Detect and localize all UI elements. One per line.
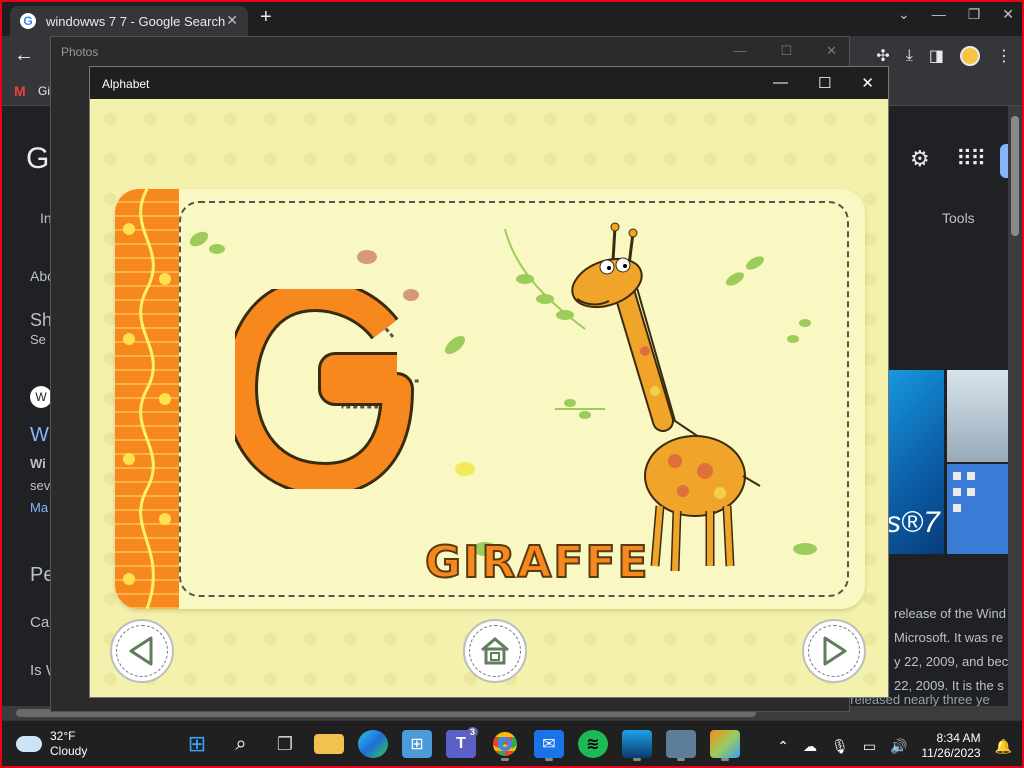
taskbar-apps: ⊞ ⌕ ❐ ⊞ T3 ✉ ≋	[182, 727, 740, 761]
browser-tab-strip: G windowws 7 7 - Google Search ✕ + ⌄ — ❐…	[2, 2, 1022, 36]
animal-word: GIRAFFE	[424, 536, 650, 589]
onedrive-icon[interactable]: ☁	[803, 738, 817, 755]
letter-g-graphic: G	[235, 289, 421, 489]
photos-icon[interactable]	[622, 730, 652, 761]
letter-card: G GIRAFFE	[115, 189, 865, 609]
weather-widget[interactable]: 32°F Cloudy	[16, 729, 87, 759]
giraffe-illustration	[571, 222, 761, 572]
media-icon[interactable]	[666, 730, 696, 761]
alphabet-window: Alphabet — ☐ ✕ G GIRAFFE	[89, 66, 889, 698]
close-tab-icon[interactable]: ✕	[226, 12, 238, 29]
close-icon[interactable]: ✕	[861, 74, 874, 92]
menu-kebab-icon[interactable]: ⋮	[996, 46, 1012, 66]
teams-icon[interactable]: T3	[446, 727, 478, 758]
microphone-icon[interactable]: 🎙	[831, 738, 849, 755]
arrow-right-icon	[823, 636, 847, 666]
laptop-image-result[interactable]	[947, 370, 1009, 462]
side-panel-icon[interactable]: ◨	[929, 46, 944, 66]
clock-time: 8:34 AM	[936, 731, 981, 745]
extensions-icon[interactable]: ✣	[876, 46, 889, 66]
google-favicon-icon: G	[20, 13, 36, 29]
toolbar-icons: ✣ ⤓ ◨ ⋮	[876, 46, 1012, 66]
volume-icon[interactable]: 🔊	[890, 738, 907, 755]
bookmark-label[interactable]: Gi	[38, 84, 50, 98]
close-icon[interactable]: ✕	[826, 43, 837, 59]
chrome-icon[interactable]	[490, 730, 520, 761]
weather-temp: 32°F	[50, 729, 76, 743]
minimize-icon[interactable]: —	[932, 6, 946, 23]
heading-stub: Sh	[30, 310, 53, 330]
arrow-left-icon	[129, 636, 153, 666]
photos-titlebar[interactable]: Photos — ☐ ✕	[51, 37, 849, 67]
windows-start-icon[interactable]: ⊞	[182, 730, 212, 758]
home-button[interactable]	[463, 619, 527, 683]
close-icon[interactable]: ✕	[1002, 6, 1014, 23]
snippet-stub: sev	[30, 478, 51, 493]
photos-title: Photos	[61, 45, 99, 59]
home-icon	[481, 637, 509, 665]
mail-icon[interactable]: ✉	[534, 730, 564, 761]
alphabet-titlebar[interactable]: Alphabet — ☐ ✕	[90, 67, 888, 99]
notification-icon[interactable]: 🔔	[995, 738, 1012, 755]
network-icon[interactable]: ▭	[863, 738, 876, 755]
browser-tab-title: windowws 7 7 - Google Search	[46, 13, 226, 29]
clock[interactable]: 8:34 AM 11/26/2023	[921, 731, 980, 761]
browser-window-controls: ⌄ — ❐ ✕	[898, 6, 1014, 23]
profile-avatar[interactable]	[960, 46, 980, 66]
minimize-icon[interactable]: —	[733, 43, 746, 59]
new-tab-button[interactable]: +	[260, 6, 272, 29]
wikipedia-favicon-icon: W	[30, 386, 52, 408]
taskbar: 32°F Cloudy ⊞ ⌕ ❐ ⊞ T3 ✉ ≋ ⌃ ☁ 🎙 ▭ 🔊 8:3…	[2, 720, 1022, 766]
result-link-stub[interactable]: W	[30, 424, 49, 447]
more-link-stub[interactable]: Ma	[30, 500, 48, 515]
next-letter-button[interactable]	[802, 619, 866, 683]
chevron-up-icon[interactable]: ⌃	[777, 738, 789, 755]
alphabet-window-controls: — ☐ ✕	[773, 74, 874, 92]
apps-grid-icon[interactable]: ⠿⠿	[956, 146, 986, 172]
gear-icon[interactable]: ⚙	[910, 146, 930, 172]
question-stub[interactable]: Ca	[30, 614, 49, 631]
weather-desc: Cloudy	[50, 744, 88, 758]
task-view-icon[interactable]: ❐	[270, 730, 300, 758]
description-line: Microsoft. It was re	[894, 630, 1004, 645]
back-arrow-icon[interactable]: ←	[14, 44, 34, 67]
windows7-logo-text: s®7	[886, 506, 940, 539]
desktop-image-result[interactable]	[947, 464, 1009, 554]
cloud-icon	[16, 736, 42, 752]
download-icon[interactable]: ⤓	[906, 47, 913, 65]
spotify-icon[interactable]: ≋	[578, 730, 608, 758]
snippet-stub: Wi	[30, 456, 46, 471]
result-description: release of the Wind Microsoft. It was re…	[894, 602, 1020, 698]
letter-g: G	[235, 289, 236, 290]
scrollbar-thumb[interactable]	[1011, 116, 1019, 236]
weather-text: 32°F Cloudy	[50, 729, 87, 759]
maximize-icon[interactable]: ☐	[818, 74, 831, 92]
clock-date: 11/26/2023	[921, 746, 981, 760]
store-icon[interactable]: ⊞	[402, 730, 432, 758]
tab-search-icon[interactable]: ⌄	[898, 6, 910, 23]
search-icon[interactable]: ⌕	[226, 730, 256, 758]
vine-decoration	[115, 189, 179, 609]
system-tray: ⌃ ☁ 🎙 ▭ 🔊 8:34 AM 11/26/2023 🔔	[777, 731, 1012, 761]
browser-tab[interactable]: G windowws 7 7 - Google Search ✕	[10, 6, 248, 36]
description-line: release of the Wind	[894, 606, 1007, 621]
file-explorer-icon[interactable]	[314, 734, 344, 754]
subheading-stub: Se	[30, 332, 46, 347]
gmail-icon[interactable]: M	[14, 83, 26, 99]
previous-letter-button[interactable]	[110, 619, 174, 683]
description-line: y 22, 2009, and bec	[894, 654, 1009, 669]
alphabet-title: Alphabet	[102, 77, 150, 91]
tools-tab[interactable]: Tools	[942, 210, 975, 226]
alphabet-canvas: G GIRAFFE	[90, 99, 888, 697]
minimize-icon[interactable]: —	[773, 74, 788, 92]
teams-badge: 3	[466, 727, 478, 737]
vertical-scrollbar[interactable]	[1008, 106, 1022, 706]
restore-icon[interactable]: ❐	[968, 6, 981, 23]
edge-icon[interactable]	[358, 730, 388, 758]
alphabet-app-icon[interactable]	[710, 730, 740, 761]
maximize-icon[interactable]: ☐	[780, 43, 792, 59]
photos-window-controls: — ☐ ✕	[733, 43, 837, 59]
